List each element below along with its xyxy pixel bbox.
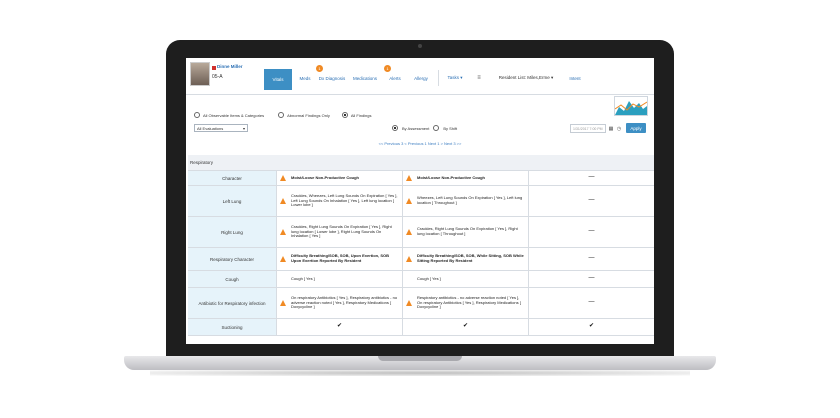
table-row: Character Moist/Loose Non-Productive Cou…: [188, 171, 654, 186]
value-cell: —: [528, 271, 654, 287]
value-cell: —: [528, 288, 654, 318]
check-icon: ✔: [462, 323, 469, 330]
patient-header: Dinne Miller 05-A Vitals Meds 1 Dx Diagn…: [186, 58, 654, 95]
evaluations-value: All Evaluations: [197, 125, 224, 131]
value-cell: —: [528, 171, 654, 185]
divider: [438, 70, 439, 86]
view-mode: By Assessment By Shift: [392, 125, 457, 131]
menu-icon[interactable]: ≡: [474, 68, 484, 88]
clock-icon[interactable]: ◷: [616, 125, 622, 132]
table-row: Right Lung Crackles, Right Lung Sounds O…: [188, 217, 654, 248]
value-cell: On respiratory Antibiotics [ Yes ], Resp…: [276, 288, 402, 318]
value-cell: Wheezes, Left Lung Sounds On Expiration …: [402, 186, 528, 216]
tab-medications[interactable]: Medications: [352, 68, 378, 88]
tab-allergy[interactable]: Allergy: [410, 68, 432, 88]
value-cell: —: [528, 248, 654, 270]
value-cell: ✔: [528, 319, 654, 335]
section-header: Respiratory: [188, 155, 654, 171]
value-cell: Crackles, Right Lung Sounds On Expiratio…: [276, 217, 402, 247]
patient-id: 05-A: [212, 74, 223, 80]
radio-all-items[interactable]: [194, 112, 200, 118]
findings-table: Respiratory Character Moist/Loose Non-Pr…: [188, 155, 654, 336]
warning-icon: [280, 175, 286, 181]
warning-icon: [406, 198, 412, 204]
warning-icon: [280, 256, 286, 262]
warning-icon: [406, 256, 412, 262]
radio-by-shift[interactable]: [433, 125, 440, 131]
flag-icon: [212, 66, 216, 70]
value-cell: ✔: [276, 319, 402, 335]
tab-meds[interactable]: Meds: [296, 68, 314, 88]
row-label: Suctioning: [188, 319, 276, 335]
tab-diagnosis[interactable]: Dx Diagnosis: [318, 68, 346, 88]
apply-button[interactable]: Apply: [626, 123, 646, 133]
value-cell: Crackles, Wheezes, Left Lung Sounds On E…: [276, 186, 402, 216]
intent-link[interactable]: Intent: [564, 68, 586, 88]
warning-icon: [406, 175, 412, 181]
table-row: Suctioning ✔ ✔ ✔: [188, 319, 654, 336]
tab-alerts[interactable]: Alerts: [384, 68, 406, 88]
table-row: Respiratory Character Difficulty Breathi…: [188, 248, 654, 271]
value-cell: Difficulty Breathing/SOB, SOB, Upon Exer…: [276, 248, 402, 270]
check-icon: ✔: [588, 323, 595, 330]
radio-by-assessment[interactable]: [392, 125, 398, 131]
chart-thumbnail[interactable]: [614, 96, 648, 116]
value-cell: Cough [ Yes ]: [276, 271, 402, 287]
warning-icon: [280, 229, 286, 235]
date-placeholder: 1/31/2017 7:00 PM: [573, 126, 603, 131]
avatar[interactable]: [190, 62, 210, 86]
table-row: Cough Cough [ Yes ] Cough [ Yes ] —: [188, 271, 654, 288]
filter-options: All Observable Items & Categories Abnorm…: [194, 112, 372, 118]
opt-all-findings-label: All Findings: [350, 112, 372, 118]
warning-icon: [406, 300, 412, 306]
radio-all-findings[interactable]: [341, 112, 348, 118]
value-cell: Cough [ Yes ]: [402, 271, 528, 287]
row-label: Respiratory Character: [188, 248, 276, 270]
pagination[interactable]: << Previous 3 < Previous 1 Next 1 > Next…: [186, 141, 654, 146]
app-screen: Dinne Miller 05-A Vitals Meds 1 Dx Diagn…: [186, 58, 654, 344]
value-cell: —: [528, 186, 654, 216]
resident-list-dropdown[interactable]: Resident List: Miles,Erme ▾: [492, 68, 560, 88]
row-label: Cough: [188, 271, 276, 287]
value-cell: Crackles, Right Lung Sounds On Expiratio…: [402, 217, 528, 247]
row-label: Right Lung: [188, 217, 276, 247]
check-icon: ✔: [336, 323, 343, 330]
row-label: Antibiotic for Respiratory infection: [188, 288, 276, 318]
opt-abnormal-label: Abnormal Findings Only: [287, 112, 330, 118]
laptop-notch: [378, 356, 462, 361]
date-input[interactable]: 1/31/2017 7:00 PM: [570, 124, 606, 133]
value-cell: Difficulty Breathing/SOB, SOB, While Sit…: [402, 248, 528, 270]
by-shift-label: By Shift: [443, 125, 458, 131]
value-cell: Respiratory antibiotics - no adverse rea…: [402, 288, 528, 318]
by-assessment-label: By Assessment: [402, 125, 430, 131]
warning-icon: [280, 300, 286, 306]
table-row: Antibiotic for Respiratory infection On …: [188, 288, 654, 319]
radio-abnormal[interactable]: [278, 112, 285, 118]
row-label: Left Lung: [188, 186, 276, 216]
calendar-icon[interactable]: ▦: [608, 125, 614, 132]
value-cell: Moist/Loose Non-Productive Cough: [402, 171, 528, 185]
evaluations-select[interactable]: All Evaluations ▾: [194, 124, 248, 132]
warning-icon: [406, 229, 412, 235]
table-row: Left Lung Crackles, Wheezes, Left Lung S…: [188, 186, 654, 217]
value-cell: ✔: [402, 319, 528, 335]
value-cell: —: [528, 217, 654, 247]
laptop-shadow: [150, 370, 690, 376]
warning-icon: [280, 198, 286, 204]
tab-vitals[interactable]: Vitals: [264, 69, 292, 90]
camera-dot: [418, 44, 422, 48]
value-cell: Moist/Loose Non-Productive Cough: [276, 171, 402, 185]
row-label: Character: [188, 171, 276, 185]
tasks-dropdown[interactable]: Tasks ▾: [444, 68, 466, 88]
patient-name[interactable]: Dinne Miller: [217, 64, 243, 69]
opt-all-items-label: All Observable Items & Categories: [203, 112, 265, 118]
chevron-down-icon: ▾: [242, 125, 245, 131]
